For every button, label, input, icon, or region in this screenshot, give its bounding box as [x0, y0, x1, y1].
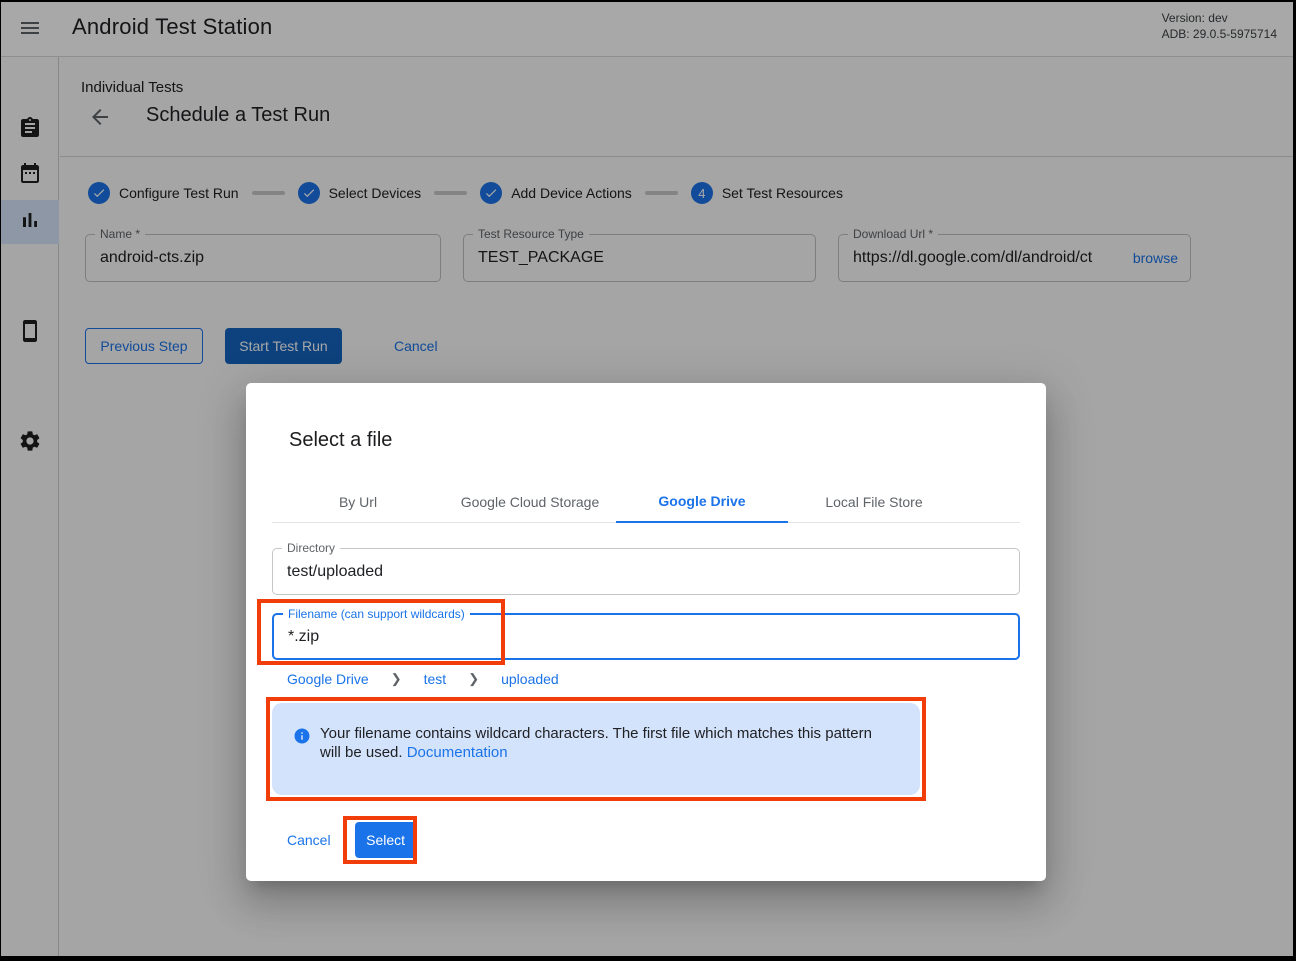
wildcard-info-banner: Your filename contains wildcard characte…: [272, 703, 920, 795]
dialog-actions: Cancel Select: [287, 822, 417, 858]
breadcrumb-test-link[interactable]: test: [424, 671, 447, 687]
info-icon: [293, 727, 311, 745]
dialog-title: Select a file: [289, 429, 392, 452]
dialog-cancel-button[interactable]: Cancel: [287, 832, 331, 848]
directory-field: Directory: [272, 548, 1020, 595]
drive-breadcrumb: Google Drive ❯ test ❯ uploaded: [287, 671, 559, 687]
tab-by-url[interactable]: By Url: [272, 481, 444, 523]
filename-input[interactable]: [288, 615, 1008, 658]
filename-field: Filename (can support wildcards): [272, 613, 1020, 660]
directory-input[interactable]: [287, 549, 1009, 594]
wildcard-info-text: Your filename contains wildcard characte…: [320, 724, 890, 762]
tab-google-drive[interactable]: Google Drive: [616, 481, 788, 523]
documentation-link[interactable]: Documentation: [407, 744, 508, 761]
info-message: Your filename contains wildcard characte…: [320, 725, 872, 761]
chevron-right-icon: ❯: [468, 671, 479, 687]
tab-google-cloud-storage[interactable]: Google Cloud Storage: [444, 481, 616, 523]
file-source-tabs: By Url Google Cloud Storage Google Drive…: [272, 481, 1020, 523]
tab-local-file-store[interactable]: Local File Store: [788, 481, 960, 523]
chevron-right-icon: ❯: [391, 671, 402, 687]
dialog-select-button[interactable]: Select: [355, 822, 417, 858]
breadcrumb-uploaded-link[interactable]: uploaded: [501, 671, 559, 687]
breadcrumb-root-link[interactable]: Google Drive: [287, 671, 369, 687]
select-file-dialog: Select a file By Url Google Cloud Storag…: [246, 383, 1046, 881]
app-window: Android Test Station Version: dev ADB: 2…: [0, 0, 1296, 961]
